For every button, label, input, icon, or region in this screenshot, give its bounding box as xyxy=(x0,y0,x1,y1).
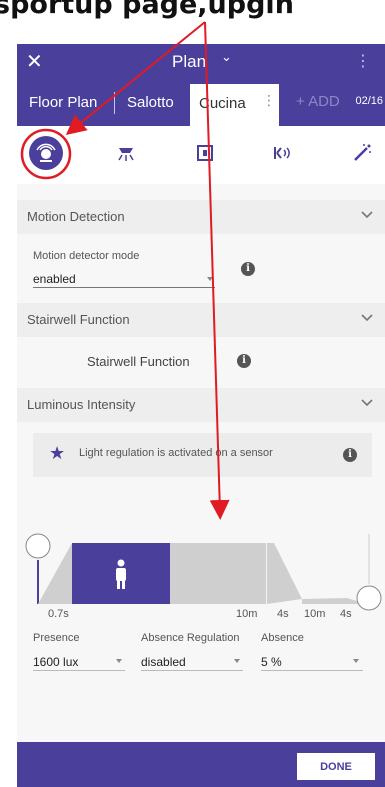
absence-underline xyxy=(261,670,363,671)
signal-waves-icon[interactable] xyxy=(270,140,296,166)
more-vertical-icon[interactable]: ⋮ xyxy=(355,51,371,70)
cropped-caption-text: sportup page,upgin xyxy=(0,0,294,20)
chevron-down-icon xyxy=(361,399,373,407)
chevron-down-icon[interactable]: ⌄ xyxy=(221,50,232,65)
done-button[interactable]: DONE xyxy=(297,753,375,780)
presence-value[interactable]: 1600 lux xyxy=(33,655,78,669)
tab-floor-plan[interactable]: Floor Plan xyxy=(29,94,97,111)
motion-mode-label: Motion detector mode xyxy=(33,250,140,262)
chevron-down-icon xyxy=(361,314,373,322)
dropdown-arrow-icon[interactable] xyxy=(353,659,359,663)
absence-label: Absence xyxy=(261,632,304,644)
tab-cucina[interactable]: Cucina ⋮ xyxy=(190,84,279,126)
lighting-timeline-graph xyxy=(25,533,382,611)
presence-underline xyxy=(33,670,125,671)
dropdown-arrow-icon[interactable] xyxy=(116,659,122,663)
time-label-fade: 4s xyxy=(277,608,289,620)
absence-value[interactable]: 5 % xyxy=(261,655,282,669)
close-icon[interactable]: ✕ xyxy=(26,48,43,74)
info-icon[interactable]: i xyxy=(237,354,251,368)
absence-regulation-value[interactable]: disabled xyxy=(141,655,186,669)
tab-counter: 02/16 xyxy=(349,95,383,107)
screenshot-root: sportup page,upgin ✕ Plan ⌄ ⋮ Floor Plan… xyxy=(0,0,385,787)
tab-divider xyxy=(114,92,115,114)
sensor-info-card: ★ Light regulation is activated on a sen… xyxy=(33,433,372,477)
absence-regulation-underline xyxy=(141,670,243,671)
luminous-intensity-title: Luminous Intensity xyxy=(27,397,136,412)
footer-bar: DONE xyxy=(17,742,385,787)
motion-sensor-icon[interactable] xyxy=(29,136,63,170)
absence-block xyxy=(170,543,267,604)
absence-regulation-label: Absence Regulation xyxy=(141,632,240,644)
time-label-end: 4s xyxy=(340,608,352,620)
end-slider-handle[interactable] xyxy=(356,585,382,611)
stairwell-title: Stairwell Function xyxy=(27,312,130,327)
dropdown-arrow-icon[interactable] xyxy=(234,659,240,663)
dropdown-arrow-icon[interactable] xyxy=(207,277,213,281)
app-window: ✕ Plan ⌄ ⋮ Floor Plan Salotto Cucina ⋮ +… xyxy=(17,44,385,787)
function-icon-bar xyxy=(17,126,385,184)
start-slider-handle[interactable] xyxy=(25,533,51,559)
motion-mode-value[interactable]: enabled xyxy=(33,272,76,286)
magic-wand-icon[interactable] xyxy=(349,140,375,166)
tab-cucina-label: Cucina xyxy=(199,95,246,112)
motion-detection-title: Motion Detection xyxy=(27,209,125,224)
room-tab-bar: Floor Plan Salotto Cucina ⋮ + ADD 02/16 xyxy=(17,80,385,126)
info-icon[interactable]: i xyxy=(343,448,357,462)
star-icon: ★ xyxy=(49,443,66,464)
time-label-start: 0.7s xyxy=(48,608,69,620)
sensor-info-text: Light regulation is activated on a senso… xyxy=(79,447,273,459)
luminous-intensity-header[interactable]: Luminous Intensity xyxy=(17,388,385,422)
tab-menu-icon[interactable]: ⋮ xyxy=(262,93,276,109)
time-label-absence: 10m xyxy=(304,608,326,620)
chevron-down-icon xyxy=(361,211,373,219)
stairwell-toggle-label: Stairwell Function xyxy=(87,354,190,369)
fade-out-ramp xyxy=(267,543,302,604)
motion-mode-underline xyxy=(33,287,215,288)
tab-salotto[interactable]: Salotto xyxy=(127,94,174,111)
time-label-presence: 10m xyxy=(236,608,258,620)
ceiling-light-icon[interactable] xyxy=(113,140,139,166)
presence-label: Presence xyxy=(33,632,80,644)
info-icon[interactable]: i xyxy=(241,262,255,276)
stairwell-header[interactable]: Stairwell Function xyxy=(17,303,385,337)
square-switch-icon[interactable] xyxy=(192,140,218,166)
plan-title[interactable]: Plan xyxy=(172,52,206,72)
top-app-bar: ✕ Plan ⌄ ⋮ xyxy=(17,44,385,80)
motion-detection-header[interactable]: Motion Detection xyxy=(17,200,385,234)
add-room-tab[interactable]: + ADD xyxy=(296,93,340,110)
